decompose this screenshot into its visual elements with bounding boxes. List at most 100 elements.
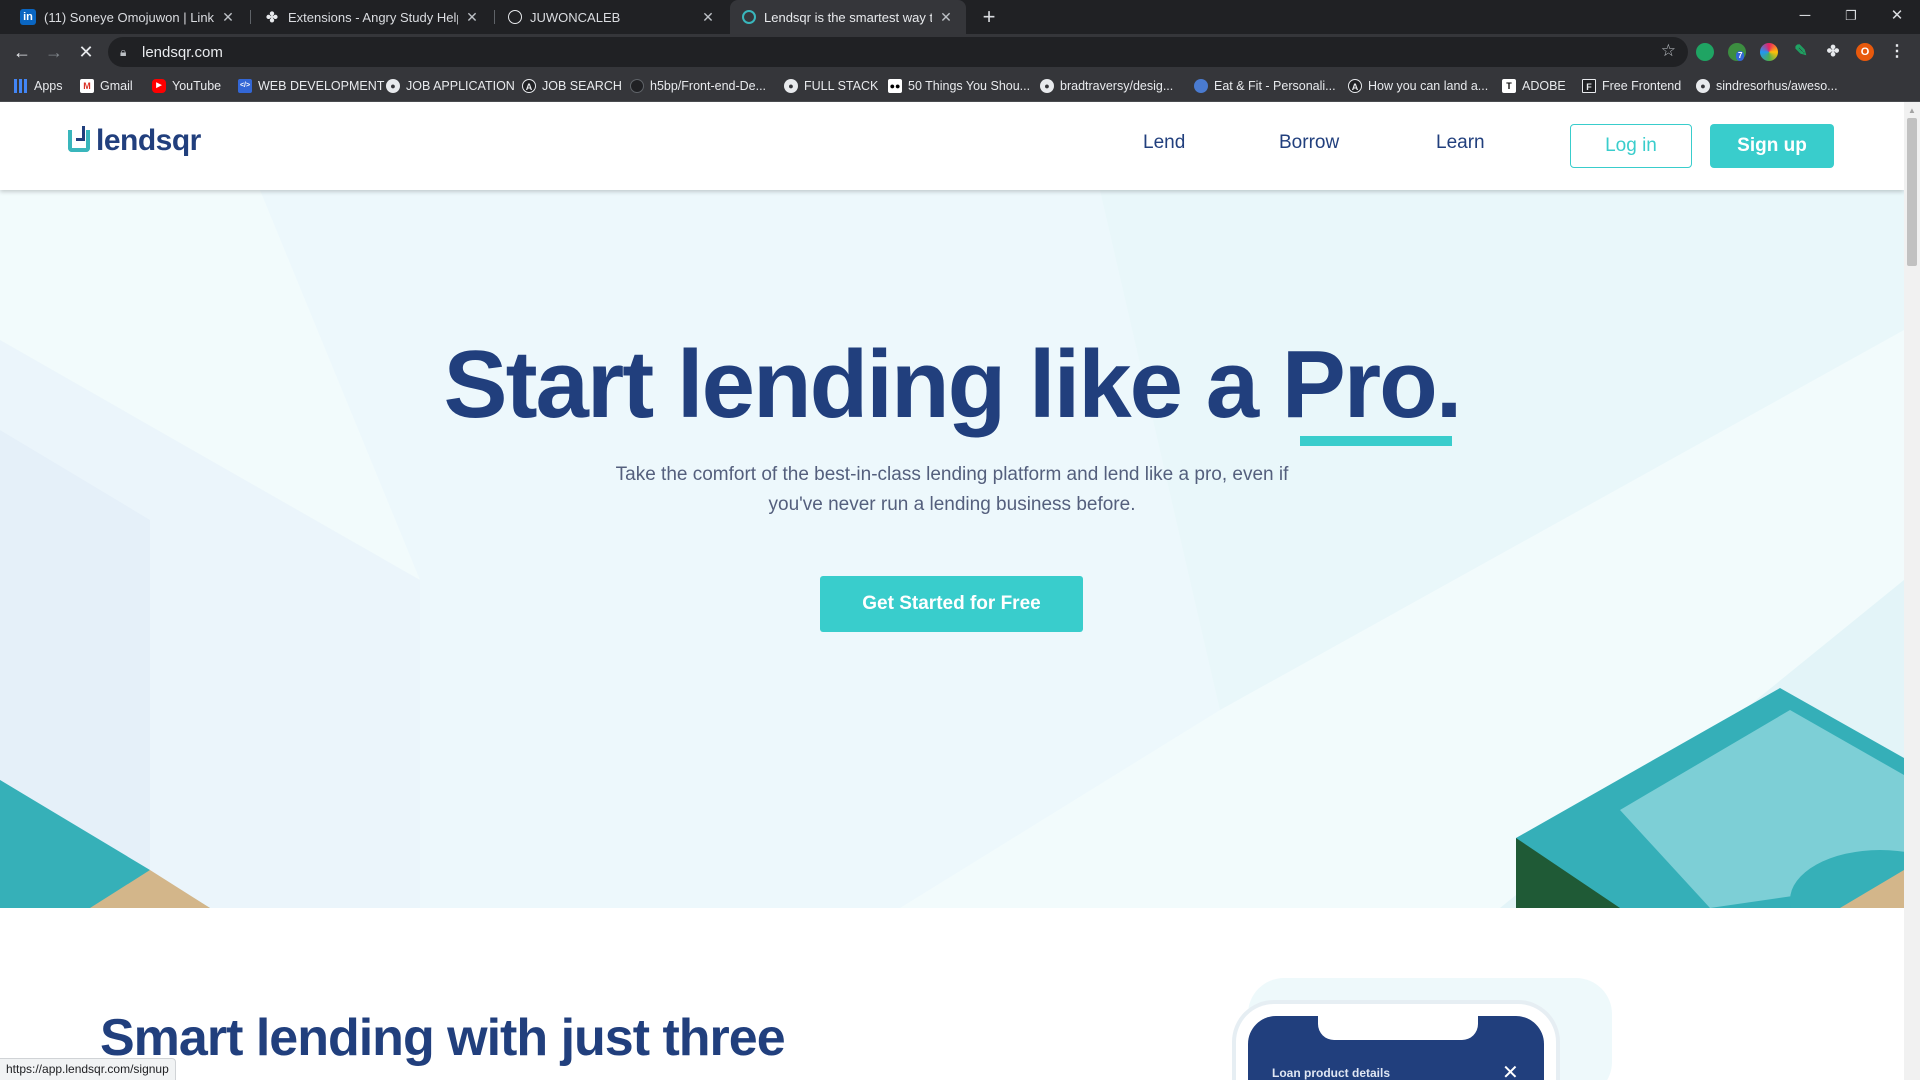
tab-juwoncaleb[interactable]: JUWONCALEB ✕ xyxy=(496,0,728,34)
bookmark-gmail[interactable]: M Gmail xyxy=(80,77,133,95)
a-logo-icon: A xyxy=(522,79,536,93)
lendsqr-icon xyxy=(742,10,756,24)
forward-arrow-icon[interactable]: → xyxy=(40,38,68,66)
close-icon: ✕ xyxy=(1502,1062,1519,1080)
tab-title: JUWONCALEB xyxy=(530,9,621,25)
status-bar-url: https://app.lendsqr.com/signup xyxy=(0,1058,176,1080)
a-logo-icon: A xyxy=(1348,79,1362,93)
github-icon: ● xyxy=(1040,79,1054,93)
bookmark-label: How you can land a... xyxy=(1368,79,1489,93)
lock-icon: 🔒︎ xyxy=(120,44,127,59)
hero-section: Start lending like a Pro. Take the comfo… xyxy=(0,190,1904,908)
bookmark-sindresorhus[interactable]: ● sindresorhus/aweso... xyxy=(1696,77,1838,95)
extension-badge: 7 xyxy=(1736,51,1745,61)
tab-extensions[interactable]: ✤ Extensions - Angry Study Helper ✕ xyxy=(252,0,492,34)
phone-screen-title: Loan product details xyxy=(1272,1066,1391,1080)
phone-screen: Loan product details ✕ xyxy=(1248,1016,1544,1080)
profile-avatar[interactable]: O xyxy=(1856,43,1874,61)
nav-lend[interactable]: Lend xyxy=(1143,132,1185,154)
bookmark-full-stack[interactable]: ● FULL STACK xyxy=(784,77,878,95)
signup-button[interactable]: Sign up xyxy=(1710,124,1834,168)
tab-strip: in (11) Soneye Omojuwon | LinkedIn ✕ ✤ E… xyxy=(0,0,1920,34)
lendsqr-logo[interactable]: lendsqr xyxy=(68,124,201,158)
hero-headline: Start lending like a Pro. xyxy=(443,331,1463,438)
color-picker-extension-icon[interactable] xyxy=(1760,43,1778,61)
address-bar-url[interactable]: lendsqr.com xyxy=(142,44,223,61)
github-icon: ● xyxy=(1696,79,1710,93)
close-icon[interactable]: ✕ xyxy=(464,9,480,26)
nav-borrow[interactable]: Borrow xyxy=(1279,132,1339,154)
pen-extension-icon[interactable]: ✎ xyxy=(1792,43,1810,61)
page-scrollbar[interactable]: ▲ xyxy=(1904,102,1920,1080)
stop-loading-icon[interactable]: ✕ xyxy=(72,38,100,66)
apps-grid-icon xyxy=(14,79,28,93)
tab-linkedin[interactable]: in (11) Soneye Omojuwon | LinkedIn ✕ xyxy=(8,0,248,34)
scrollbar-thumb[interactable] xyxy=(1907,118,1917,266)
tab-lendsqr[interactable]: Lendsqr is the smartest way to le... ✕ xyxy=(730,0,966,34)
t-logo-icon: T xyxy=(1502,79,1516,93)
phone-mockup: Loan product details ✕ xyxy=(1236,1004,1556,1080)
bookmarks-bar: Apps M Gmail ▶ YouTube </> WEB DEVELOPMENT … xyxy=(0,70,1920,102)
close-icon[interactable]: ✕ xyxy=(220,9,236,26)
chat-extension-icon[interactable] xyxy=(1696,43,1714,61)
extensions-puzzle-icon[interactable]: ✤ xyxy=(1824,43,1842,61)
tab-divider xyxy=(494,10,495,24)
get-started-button[interactable]: Get Started for Free xyxy=(820,576,1083,632)
headline-underline xyxy=(1300,436,1452,446)
bookmark-how-you-can-land[interactable]: A How you can land a... xyxy=(1348,77,1488,95)
bookmark-star-icon[interactable]: ☆ xyxy=(1661,41,1676,61)
phone-notch xyxy=(1318,1016,1478,1040)
hero-subtext: Take the comfort of the best-in-class le… xyxy=(615,464,1289,515)
bookmark-label: sindresorhus/aweso... xyxy=(1716,79,1838,93)
address-bar[interactable]: 🔒︎ lendsqr.com ☆ xyxy=(108,37,1688,67)
tab-title: Extensions - Angry Study Helper xyxy=(288,9,458,25)
tab-title: Lendsqr is the smartest way to le... xyxy=(764,9,932,25)
bookmark-label: Gmail xyxy=(100,79,133,93)
menu-kebab-icon[interactable]: ⋮ xyxy=(1888,43,1906,61)
section-heading: Smart lending with just three xyxy=(100,1009,786,1067)
close-icon[interactable]: ✕ xyxy=(938,9,954,26)
github-icon: ● xyxy=(784,79,798,93)
tab-divider xyxy=(250,10,251,24)
bookmark-label: FULL STACK xyxy=(804,79,879,93)
gmail-icon: M xyxy=(80,79,94,93)
bookmark-h5bp[interactable]: h5bp/Front-end-De... xyxy=(630,77,766,95)
bookmark-job-search[interactable]: A JOB SEARCH xyxy=(522,77,622,95)
bookmark-label: ADOBE xyxy=(1522,79,1566,93)
f-logo-icon: F xyxy=(1582,79,1596,93)
bookmark-job-application[interactable]: ● JOB APPLICATION xyxy=(386,77,515,95)
bookmark-label: JOB APPLICATION xyxy=(406,79,515,93)
github-icon: ● xyxy=(386,79,400,93)
bookmark-adobe[interactable]: T ADOBE xyxy=(1502,77,1566,95)
login-button[interactable]: Log in xyxy=(1570,124,1692,168)
minimize-icon[interactable]: ─ xyxy=(1782,0,1828,34)
extension-icon[interactable]: 7 xyxy=(1728,43,1746,61)
scroll-up-icon[interactable]: ▲ xyxy=(1908,106,1916,115)
bookmark-eat-fit[interactable]: Eat & Fit - Personali... xyxy=(1194,77,1336,95)
browser-toolbar: ← → ✕ 🔒︎ lendsqr.com ☆ 7 ✎ ✤ O ⋮ xyxy=(0,34,1920,70)
bookmark-label: YouTube xyxy=(172,79,222,93)
features-section: Smart lending with just three Loan produ… xyxy=(0,908,1904,1080)
youtube-icon: ▶ xyxy=(152,79,166,93)
nav-learn[interactable]: Learn xyxy=(1436,132,1485,154)
bookmark-50-things[interactable]: ●● 50 Things You Shou... xyxy=(888,77,1030,95)
browser-window: in (11) Soneye Omojuwon | LinkedIn ✕ ✤ E… xyxy=(0,0,1920,1080)
close-icon[interactable]: ✕ xyxy=(700,9,716,26)
bookmark-youtube[interactable]: ▶ YouTube xyxy=(152,77,221,95)
globe-icon xyxy=(508,10,522,24)
restore-icon[interactable]: ❐ xyxy=(1828,0,1874,34)
bookmark-label: Free Frontend xyxy=(1602,79,1682,93)
new-tab-button[interactable]: + xyxy=(976,4,1002,30)
bookmark-bradtraversy[interactable]: ● bradtraversy/desig... xyxy=(1040,77,1173,95)
window-close-icon[interactable]: ✕ xyxy=(1874,0,1920,34)
bookmark-label: JOB SEARCH xyxy=(542,79,622,93)
bookmark-label: Apps xyxy=(34,79,63,93)
bookmark-apps[interactable]: Apps xyxy=(14,77,63,95)
bookmark-free-frontend[interactable]: F Free Frontend xyxy=(1582,77,1681,95)
medium-icon: ●● xyxy=(888,79,902,93)
bookmark-web-development[interactable]: </> WEB DEVELOPMENT xyxy=(238,77,384,95)
back-arrow-icon[interactable]: ← xyxy=(8,38,36,66)
bookmark-label: h5bp/Front-end-De... xyxy=(650,79,767,93)
github-icon xyxy=(630,79,644,93)
code-icon: </> xyxy=(238,79,252,93)
